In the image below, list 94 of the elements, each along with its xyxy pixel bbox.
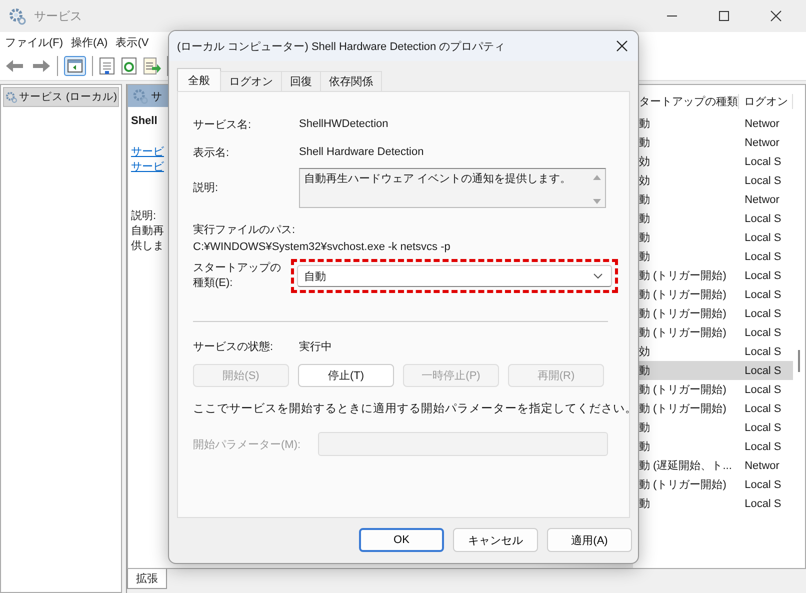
- table-cell-text: 動 (トリガー開始): [638, 326, 728, 340]
- dialog-title: (ローカル コンピューター) Shell Hardware Detection のプロパティ: [177, 40, 506, 54]
- field-value: 実行中: [299, 340, 332, 354]
- table-cell-text: Local S: [744, 212, 782, 224]
- table-cell-text: Networ: [744, 194, 780, 206]
- menu-item[interactable]: 操作(A): [71, 34, 108, 50]
- chevron-down-icon: [593, 273, 603, 279]
- dialog-tab[interactable]: 依存関係: [320, 71, 382, 91]
- table-cell-text: Local S: [744, 346, 782, 358]
- table-cell-text: Local S: [744, 440, 782, 452]
- service-name: Shell: [131, 115, 158, 127]
- service-button[interactable]: 停止(T): [298, 364, 394, 387]
- service-link[interactable]: サービ: [131, 160, 164, 175]
- field-label: スタートアップの: [193, 261, 282, 276]
- table-cell-text: 効: [638, 155, 651, 169]
- table-cell-text: 動: [638, 497, 651, 511]
- view-tab[interactable]: 拡張: [127, 569, 167, 589]
- service-link[interactable]: サービ: [131, 145, 164, 160]
- column-header[interactable]: ログオン: [739, 94, 793, 108]
- console-tree-icon[interactable]: [64, 56, 86, 76]
- table-cell-text: Local S: [744, 364, 782, 376]
- forward-arrow-icon[interactable]: [31, 58, 51, 74]
- dialog-button[interactable]: OK: [359, 528, 444, 552]
- table-cell-text: 動 (トリガー開始): [638, 383, 728, 397]
- table-cell-text: Networ: [744, 460, 780, 472]
- window-title: サービス: [34, 8, 82, 24]
- gear-icon: [8, 7, 26, 25]
- gear-icon: [132, 88, 148, 104]
- refresh-icon[interactable]: [121, 57, 137, 75]
- table-cell-text: 効: [638, 345, 651, 359]
- table-cell-text: Local S: [744, 326, 782, 338]
- scrollbar-thumb[interactable]: [798, 350, 800, 372]
- field-value: ShellHWDetection: [299, 118, 388, 130]
- close-icon[interactable]: [770, 10, 782, 22]
- table-cell-text: Local S: [744, 250, 782, 262]
- export-list-icon[interactable]: [143, 57, 161, 75]
- description-label: 説明:: [131, 209, 156, 224]
- table-cell-text: 動: [638, 117, 651, 131]
- dialog-tab[interactable]: ログオン: [220, 71, 282, 91]
- panel-title: サ: [151, 90, 162, 104]
- table-cell-text: 動: [638, 364, 651, 378]
- table-cell-text: Networ: [744, 136, 780, 148]
- table-cell-text: Local S: [744, 478, 782, 490]
- table-cell-text: Local S: [744, 174, 782, 186]
- table-cell-text: Local S: [744, 288, 782, 300]
- table-cell-text: 動: [638, 231, 651, 245]
- description-text: 自動再生ハードウェア イベントの通知を提供します。: [304, 172, 572, 187]
- path-value: C:¥WINDOWS¥System32¥svchost.exe -k netsvcs -p: [193, 241, 452, 253]
- table-cell-text: 動: [638, 136, 651, 150]
- table-cell-text: Local S: [744, 270, 782, 282]
- table-cell-text: Networ: [744, 118, 780, 130]
- dialog-tab[interactable]: 全般: [177, 68, 221, 91]
- hint-text: ここでサービスを開始するときに適用する開始パラメーターを指定してください。: [193, 401, 629, 416]
- table-cell-text: 動 (トリガー開始): [638, 288, 728, 302]
- dialog-button[interactable]: キャンセル: [453, 528, 538, 552]
- field-label: サービス名:: [193, 118, 252, 132]
- table-cell-text: 動 (トリガー開始): [638, 478, 728, 492]
- close-icon[interactable]: [616, 40, 628, 52]
- table-cell-text: Local S: [744, 422, 782, 434]
- description-text: 自動再: [131, 224, 164, 239]
- table-cell-text: 動 (トリガー開始): [638, 269, 728, 283]
- gear-icon: [5, 89, 18, 105]
- menu-item[interactable]: 表示(V: [116, 34, 149, 50]
- table-cell-text: Local S: [744, 402, 782, 414]
- table-cell-text: 動: [638, 440, 651, 454]
- table-cell-text: Local S: [744, 156, 782, 168]
- field-label: 表示名:: [193, 146, 230, 160]
- table-cell-text: 効: [638, 174, 651, 188]
- dialog-button[interactable]: 適用(A): [547, 528, 632, 552]
- menu-item[interactable]: ファイル(F): [5, 34, 64, 50]
- field-label: 種類(E):: [193, 276, 234, 291]
- table-cell-text: 動 (トリガー開始): [638, 402, 728, 416]
- maximize-icon[interactable]: [718, 10, 730, 22]
- startup-dropdown[interactable]: 自動: [297, 265, 612, 287]
- table-cell-text: Local S: [744, 384, 782, 396]
- table-cell-text: 動 (トリガー開始): [638, 307, 728, 321]
- field-label: サービスの状態:: [193, 340, 274, 354]
- table-cell-text: 動: [638, 421, 651, 435]
- table-cell-text: 動: [638, 250, 651, 264]
- tree-label: サービス (ローカル): [19, 90, 117, 104]
- table-cell-text: 動: [638, 193, 651, 207]
- back-arrow-icon[interactable]: [5, 58, 25, 74]
- properties-icon[interactable]: [99, 57, 115, 75]
- table-cell-text: 動: [638, 212, 651, 226]
- table-cell-text: 動 (遅延開始、ト...: [638, 459, 733, 473]
- table-cell-text: Local S: [744, 232, 782, 244]
- table-cell-text: Local S: [744, 498, 782, 510]
- description-text: 供しま: [131, 239, 164, 254]
- path-label: 実行ファイルのパス:: [193, 222, 296, 237]
- field-label: 説明:: [193, 181, 220, 195]
- field-value: Shell Hardware Detection: [299, 146, 424, 158]
- field-label: 開始パラメーター(M):: [193, 438, 302, 452]
- tree-item[interactable]: サービス (ローカル): [3, 87, 119, 107]
- table-cell-text: Local S: [744, 308, 782, 320]
